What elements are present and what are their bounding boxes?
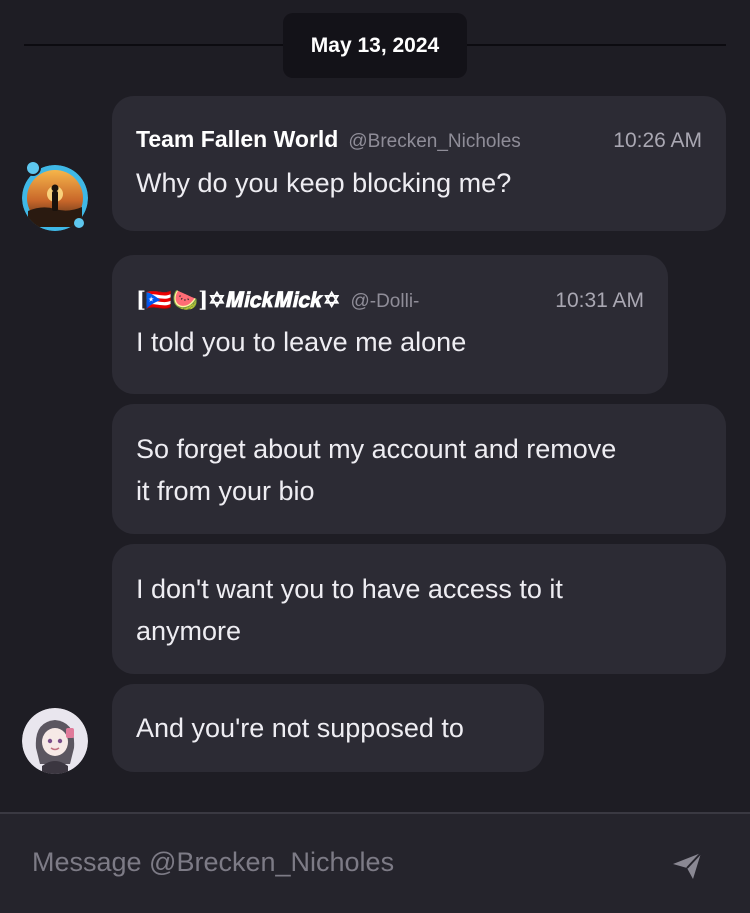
message-text-line: I don't want you to have access to it [136, 574, 563, 604]
chat-screen: May 13, 2024 Team Fallen World @Brecken_ [0, 0, 750, 913]
paper-plane-icon [673, 852, 702, 879]
message-header: Team Fallen World @Brecken_Nicholes 10:2… [136, 126, 702, 156]
message-header: [🇵🇷🍉]✡𝑴𝒊𝒄𝒌𝑴𝒊𝒄𝒌✡ @-Dolli- 10:31 AM [136, 287, 644, 317]
avatar-decoration-icon [74, 218, 84, 228]
message-input[interactable] [32, 842, 632, 882]
message-text: Why do you keep blocking me? [136, 168, 512, 198]
message-text: I told you to leave me alone [136, 327, 467, 357]
message-text: And you're not supposed to [136, 713, 464, 743]
avatar[interactable] [22, 708, 88, 774]
message-text-line: So forget about my account and remove [136, 434, 617, 464]
message-bubble[interactable]: And you're not supposed to [112, 684, 544, 772]
message-handle[interactable]: @Brecken_Nicholes [348, 131, 520, 153]
date-label: May 13, 2024 [283, 13, 467, 78]
message-bubble[interactable]: I don't want you to have access to it an… [112, 544, 726, 674]
message-text-line: it from your bio [136, 476, 315, 506]
message-handle[interactable]: @-Dolli- [350, 291, 419, 313]
message-author[interactable]: Team Fallen World [136, 126, 338, 153]
message-bubble[interactable]: [🇵🇷🍉]✡𝑴𝒊𝒄𝒌𝑴𝒊𝒄𝒌✡ @-Dolli- 10:31 AM I told… [112, 255, 668, 394]
message-text-line: anymore [136, 616, 242, 646]
message-bubble[interactable]: Team Fallen World @Brecken_Nicholes 10:2… [112, 96, 726, 231]
date-separator: May 13, 2024 [0, 0, 750, 90]
avatar-decoration-icon [25, 160, 41, 176]
avatar-image [22, 708, 88, 774]
message-timestamp: 10:26 AM [613, 129, 702, 152]
message-composer [0, 812, 750, 913]
message-author[interactable]: [🇵🇷🍉]✡𝑴𝒊𝒄𝒌𝑴𝒊𝒄𝒌✡ [136, 287, 340, 313]
message-timestamp: 10:31 AM [555, 289, 644, 312]
send-button[interactable] [667, 846, 707, 886]
message-bubble[interactable]: So forget about my account and remove it… [112, 404, 726, 534]
